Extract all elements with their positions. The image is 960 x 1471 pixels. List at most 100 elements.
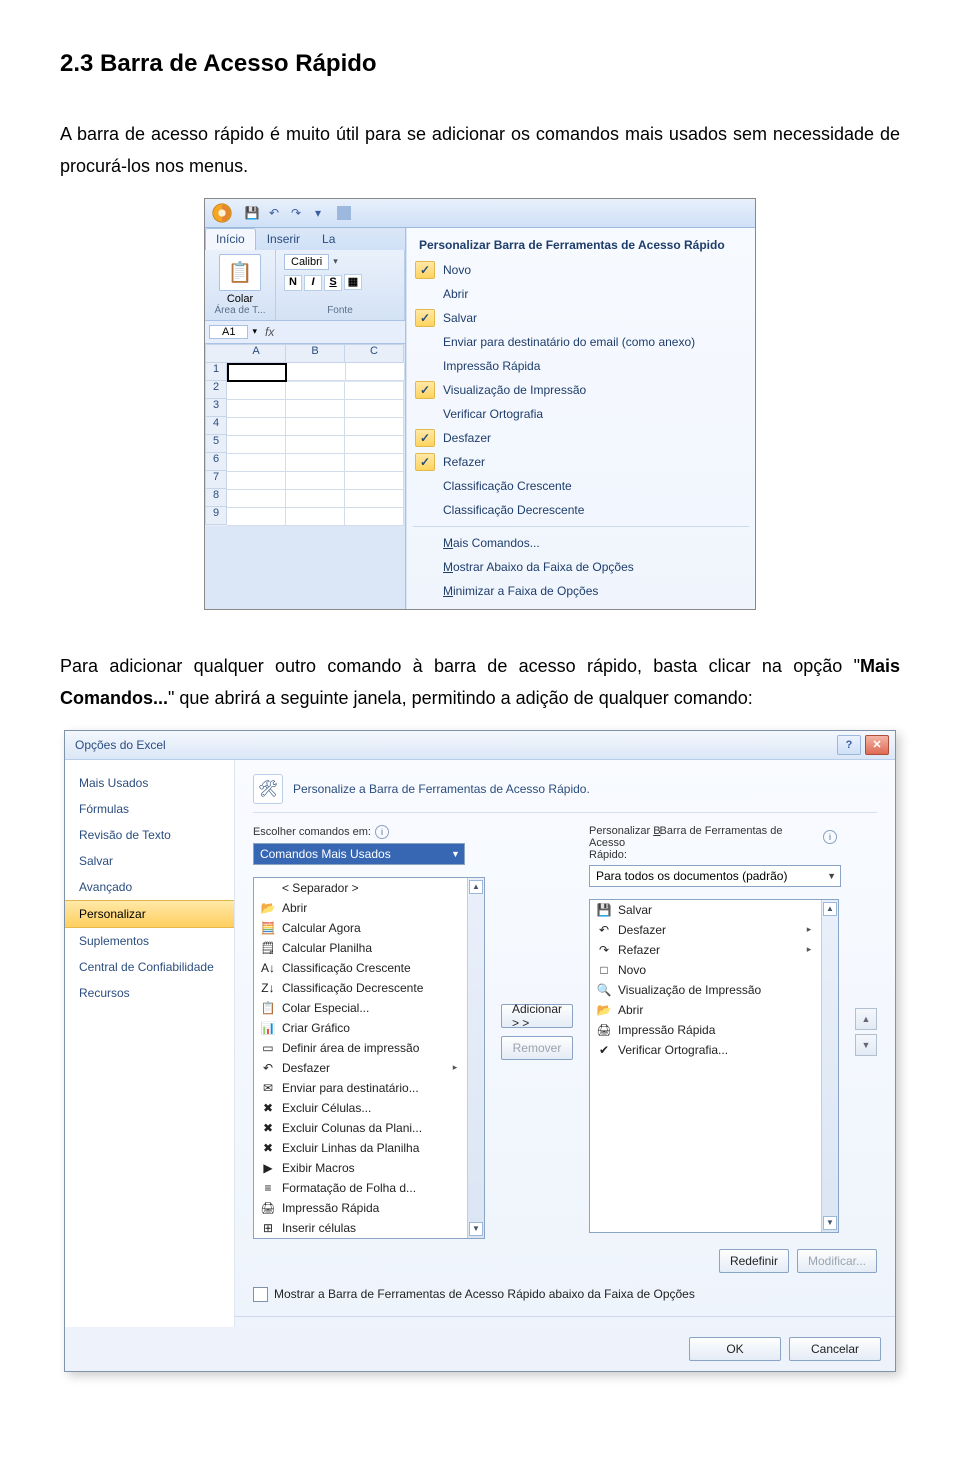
row-header[interactable]: 2 <box>205 381 227 399</box>
list-item[interactable]: ↶Desfazer▸ <box>590 920 821 940</box>
list-item[interactable]: ↷Refazer▸ <box>590 940 821 960</box>
cell[interactable] <box>286 418 345 436</box>
move-down-button[interactable]: ▼ <box>855 1034 877 1056</box>
list-item[interactable]: 📂Abrir <box>590 1000 821 1020</box>
row-header[interactable]: 5 <box>205 435 227 453</box>
row-header[interactable]: 8 <box>205 489 227 507</box>
cell[interactable] <box>346 363 405 381</box>
checkbox-icon[interactable] <box>253 1287 268 1302</box>
cell[interactable] <box>287 363 346 381</box>
qat-menu-item[interactable]: Enviar para destinatário do email (como … <box>407 330 755 354</box>
office-button[interactable] <box>205 199 239 227</box>
list-item[interactable]: ✖Excluir Células... <box>254 1098 467 1118</box>
list-item[interactable]: ✖Excluir Colunas da Plani... <box>254 1118 467 1138</box>
cell[interactable] <box>345 400 404 418</box>
list-item[interactable]: ≡Formatação de Folha d... <box>254 1178 467 1198</box>
scrollbar[interactable]: ▲ ▼ <box>467 878 484 1238</box>
cell[interactable] <box>286 454 345 472</box>
list-item[interactable]: 🖨Impressão Rápida <box>590 1020 821 1040</box>
add-button[interactable]: Adicionar > > <box>501 1004 573 1028</box>
list-item[interactable]: ✉Enviar para destinatário... <box>254 1078 467 1098</box>
list-item[interactable]: ✖Excluir Linhas da Planilha <box>254 1138 467 1158</box>
category-item[interactable]: Revisão de Texto <box>65 822 234 848</box>
cell[interactable] <box>345 508 404 526</box>
qat-menu-item[interactable]: Abrir <box>407 282 755 306</box>
row-header[interactable]: 1 <box>205 363 227 381</box>
available-commands-list[interactable]: < Separador >📂Abrir🧮Calcular Agora🗒Calcu… <box>253 877 485 1239</box>
category-item[interactable]: Recursos <box>65 980 234 1006</box>
qat-menu-item[interactable]: Mostrar Abaixo da Faixa de Opções <box>407 555 755 579</box>
qat-menu-item[interactable]: Mais Comandos... <box>407 531 755 555</box>
row-header[interactable]: 7 <box>205 471 227 489</box>
cell[interactable] <box>345 436 404 454</box>
category-item[interactable]: Avançado <box>65 874 234 900</box>
scroll-down-icon[interactable]: ▼ <box>823 1216 837 1230</box>
modify-button[interactable]: Modificar... <box>797 1249 877 1273</box>
choose-commands-combo[interactable]: Comandos Mais Usados▼ <box>253 843 465 865</box>
qat-menu-item[interactable]: ✓Desfazer <box>407 426 755 450</box>
qat-menu-item[interactable]: ✓Refazer <box>407 450 755 474</box>
qat-menu-item[interactable]: Verificar Ortografia <box>407 402 755 426</box>
cell[interactable] <box>345 490 404 508</box>
ribbon-tab-inserir[interactable]: Inserir <box>256 228 311 250</box>
cell[interactable] <box>286 490 345 508</box>
qat-menu-item[interactable]: Classificação Decrescente <box>407 498 755 522</box>
font-dropdown-icon[interactable]: ▾ <box>333 256 338 267</box>
qat-menu-item[interactable]: Classificação Crescente <box>407 474 755 498</box>
qat-menu-item[interactable]: ✓Salvar <box>407 306 755 330</box>
ribbon-tab-more[interactable]: La <box>311 228 346 250</box>
ribbon-tab-inicio[interactable]: Início <box>205 228 256 250</box>
name-box-dropdown-icon[interactable]: ▾ <box>252 326 257 337</box>
cell[interactable] <box>286 436 345 454</box>
qat-menu-item[interactable]: Minimizar a Faixa de Opções <box>407 579 755 603</box>
cell[interactable] <box>345 418 404 436</box>
row-header[interactable]: 3 <box>205 399 227 417</box>
category-item[interactable]: Fórmulas <box>65 796 234 822</box>
scroll-up-icon[interactable]: ▲ <box>823 902 837 916</box>
list-item[interactable]: ⊞Inserir células <box>254 1218 467 1238</box>
category-item[interactable]: Mais Usados <box>65 770 234 796</box>
list-item[interactable]: □Novo <box>590 960 821 980</box>
list-item[interactable]: A↓Classificação Crescente <box>254 958 467 978</box>
scope-combo[interactable]: Para todos os documentos (padrão)▼ <box>589 865 841 887</box>
cell[interactable] <box>286 382 345 400</box>
category-item[interactable]: Central de Confiabilidade <box>65 954 234 980</box>
close-button[interactable]: ✕ <box>865 735 889 755</box>
scroll-up-icon[interactable]: ▲ <box>469 880 483 894</box>
ok-button[interactable]: OK <box>689 1337 781 1361</box>
scroll-down-icon[interactable]: ▼ <box>469 1222 483 1236</box>
cell[interactable] <box>227 454 286 472</box>
cell[interactable] <box>286 472 345 490</box>
paste-button[interactable]: 📋 <box>219 254 261 291</box>
list-item[interactable]: Z↓Classificação Decrescente <box>254 978 467 998</box>
list-item[interactable]: ⊞Inserir Colunas na Plani... <box>254 1238 467 1239</box>
cell[interactable] <box>345 472 404 490</box>
fx-icon[interactable]: fx <box>265 325 274 339</box>
cell[interactable] <box>227 508 286 526</box>
cell[interactable] <box>227 490 286 508</box>
cell[interactable] <box>286 400 345 418</box>
italic-button[interactable]: I <box>304 275 322 291</box>
underline-button[interactable]: S <box>324 275 342 291</box>
info-icon[interactable]: i <box>823 830 837 844</box>
qat-menu-item[interactable]: Impressão Rápida <box>407 354 755 378</box>
qat-dropdown-icon[interactable]: ▾ <box>311 206 325 220</box>
move-up-button[interactable]: ▲ <box>855 1008 877 1030</box>
show-below-ribbon-checkbox[interactable]: Mostrar a Barra de Ferramentas de Acesso… <box>253 1287 877 1302</box>
cell[interactable] <box>227 382 286 400</box>
column-header[interactable]: C <box>345 344 404 363</box>
category-item[interactable]: Salvar <box>65 848 234 874</box>
list-item[interactable]: 📊Criar Gráfico <box>254 1018 467 1038</box>
cell[interactable] <box>227 436 286 454</box>
cell[interactable] <box>227 472 286 490</box>
list-item[interactable]: 📂Abrir <box>254 898 467 918</box>
list-item[interactable]: ✔Verificar Ortografia... <box>590 1040 821 1060</box>
list-item[interactable]: 🔍Visualização de Impressão <box>590 980 821 1000</box>
list-item[interactable]: ▶Exibir Macros <box>254 1158 467 1178</box>
redo-icon[interactable]: ↷ <box>289 206 303 220</box>
font-name-combo[interactable]: Calibri <box>284 254 329 270</box>
cell[interactable] <box>227 400 286 418</box>
current-qat-list[interactable]: 💾Salvar↶Desfazer▸↷Refazer▸□Novo🔍Visualiz… <box>589 899 839 1233</box>
cell[interactable] <box>227 418 286 436</box>
list-item[interactable]: 🗒Calcular Planilha <box>254 938 467 958</box>
